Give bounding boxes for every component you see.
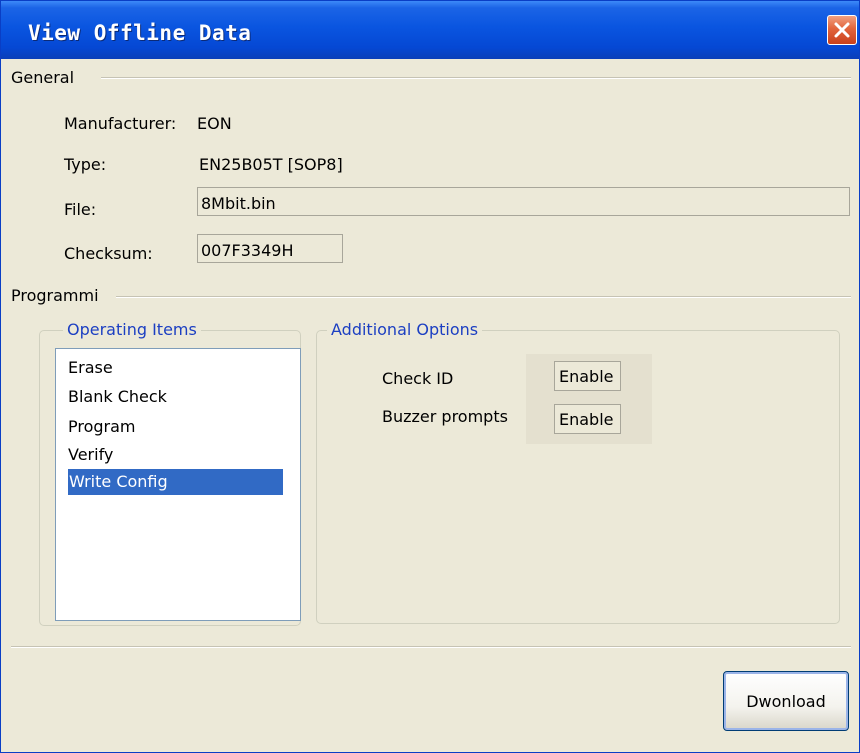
footer-separator xyxy=(11,646,851,648)
file-field[interactable]: 8Mbit.bin xyxy=(197,187,850,216)
list-item-program[interactable]: Program xyxy=(68,417,136,436)
view-offline-data-dialog: View Offline Data General Manufacturer: … xyxy=(0,0,860,753)
type-label: Type: xyxy=(64,155,107,174)
additional-options-title: Additional Options xyxy=(327,320,483,339)
download-button[interactable]: Dwonload xyxy=(723,671,849,731)
operating-items-title: Operating Items xyxy=(63,320,201,339)
list-item-blank-check[interactable]: Blank Check xyxy=(68,387,167,406)
title-bar[interactable]: View Offline Data xyxy=(1,1,859,59)
list-item-write-config[interactable]: Write Config xyxy=(68,469,283,495)
programming-group-line xyxy=(116,296,851,298)
window-title: View Offline Data xyxy=(28,21,252,45)
general-group-line xyxy=(101,77,851,79)
buzzer-prompts-value[interactable]: Enable xyxy=(554,404,621,434)
programming-group-label: Programmi xyxy=(11,286,103,305)
operating-items-list[interactable]: Erase Blank Check Program Verify Write C… xyxy=(55,348,301,621)
close-icon xyxy=(834,22,850,38)
file-label: File: xyxy=(64,200,97,219)
manufacturer-label: Manufacturer: xyxy=(64,114,177,133)
buzzer-prompts-label: Buzzer prompts xyxy=(382,407,508,426)
general-group-label: General xyxy=(11,68,79,87)
manufacturer-value: EON xyxy=(197,114,232,133)
checksum-field[interactable]: 007F3349H xyxy=(197,234,343,263)
check-id-label: Check ID xyxy=(382,369,454,388)
checksum-label: Checksum: xyxy=(64,244,153,263)
close-button[interactable] xyxy=(827,15,857,45)
type-value: EN25B05T [SOP8] xyxy=(199,155,343,174)
list-item-verify[interactable]: Verify xyxy=(68,445,113,464)
check-id-value[interactable]: Enable xyxy=(554,361,621,391)
list-item-erase[interactable]: Erase xyxy=(68,358,113,377)
